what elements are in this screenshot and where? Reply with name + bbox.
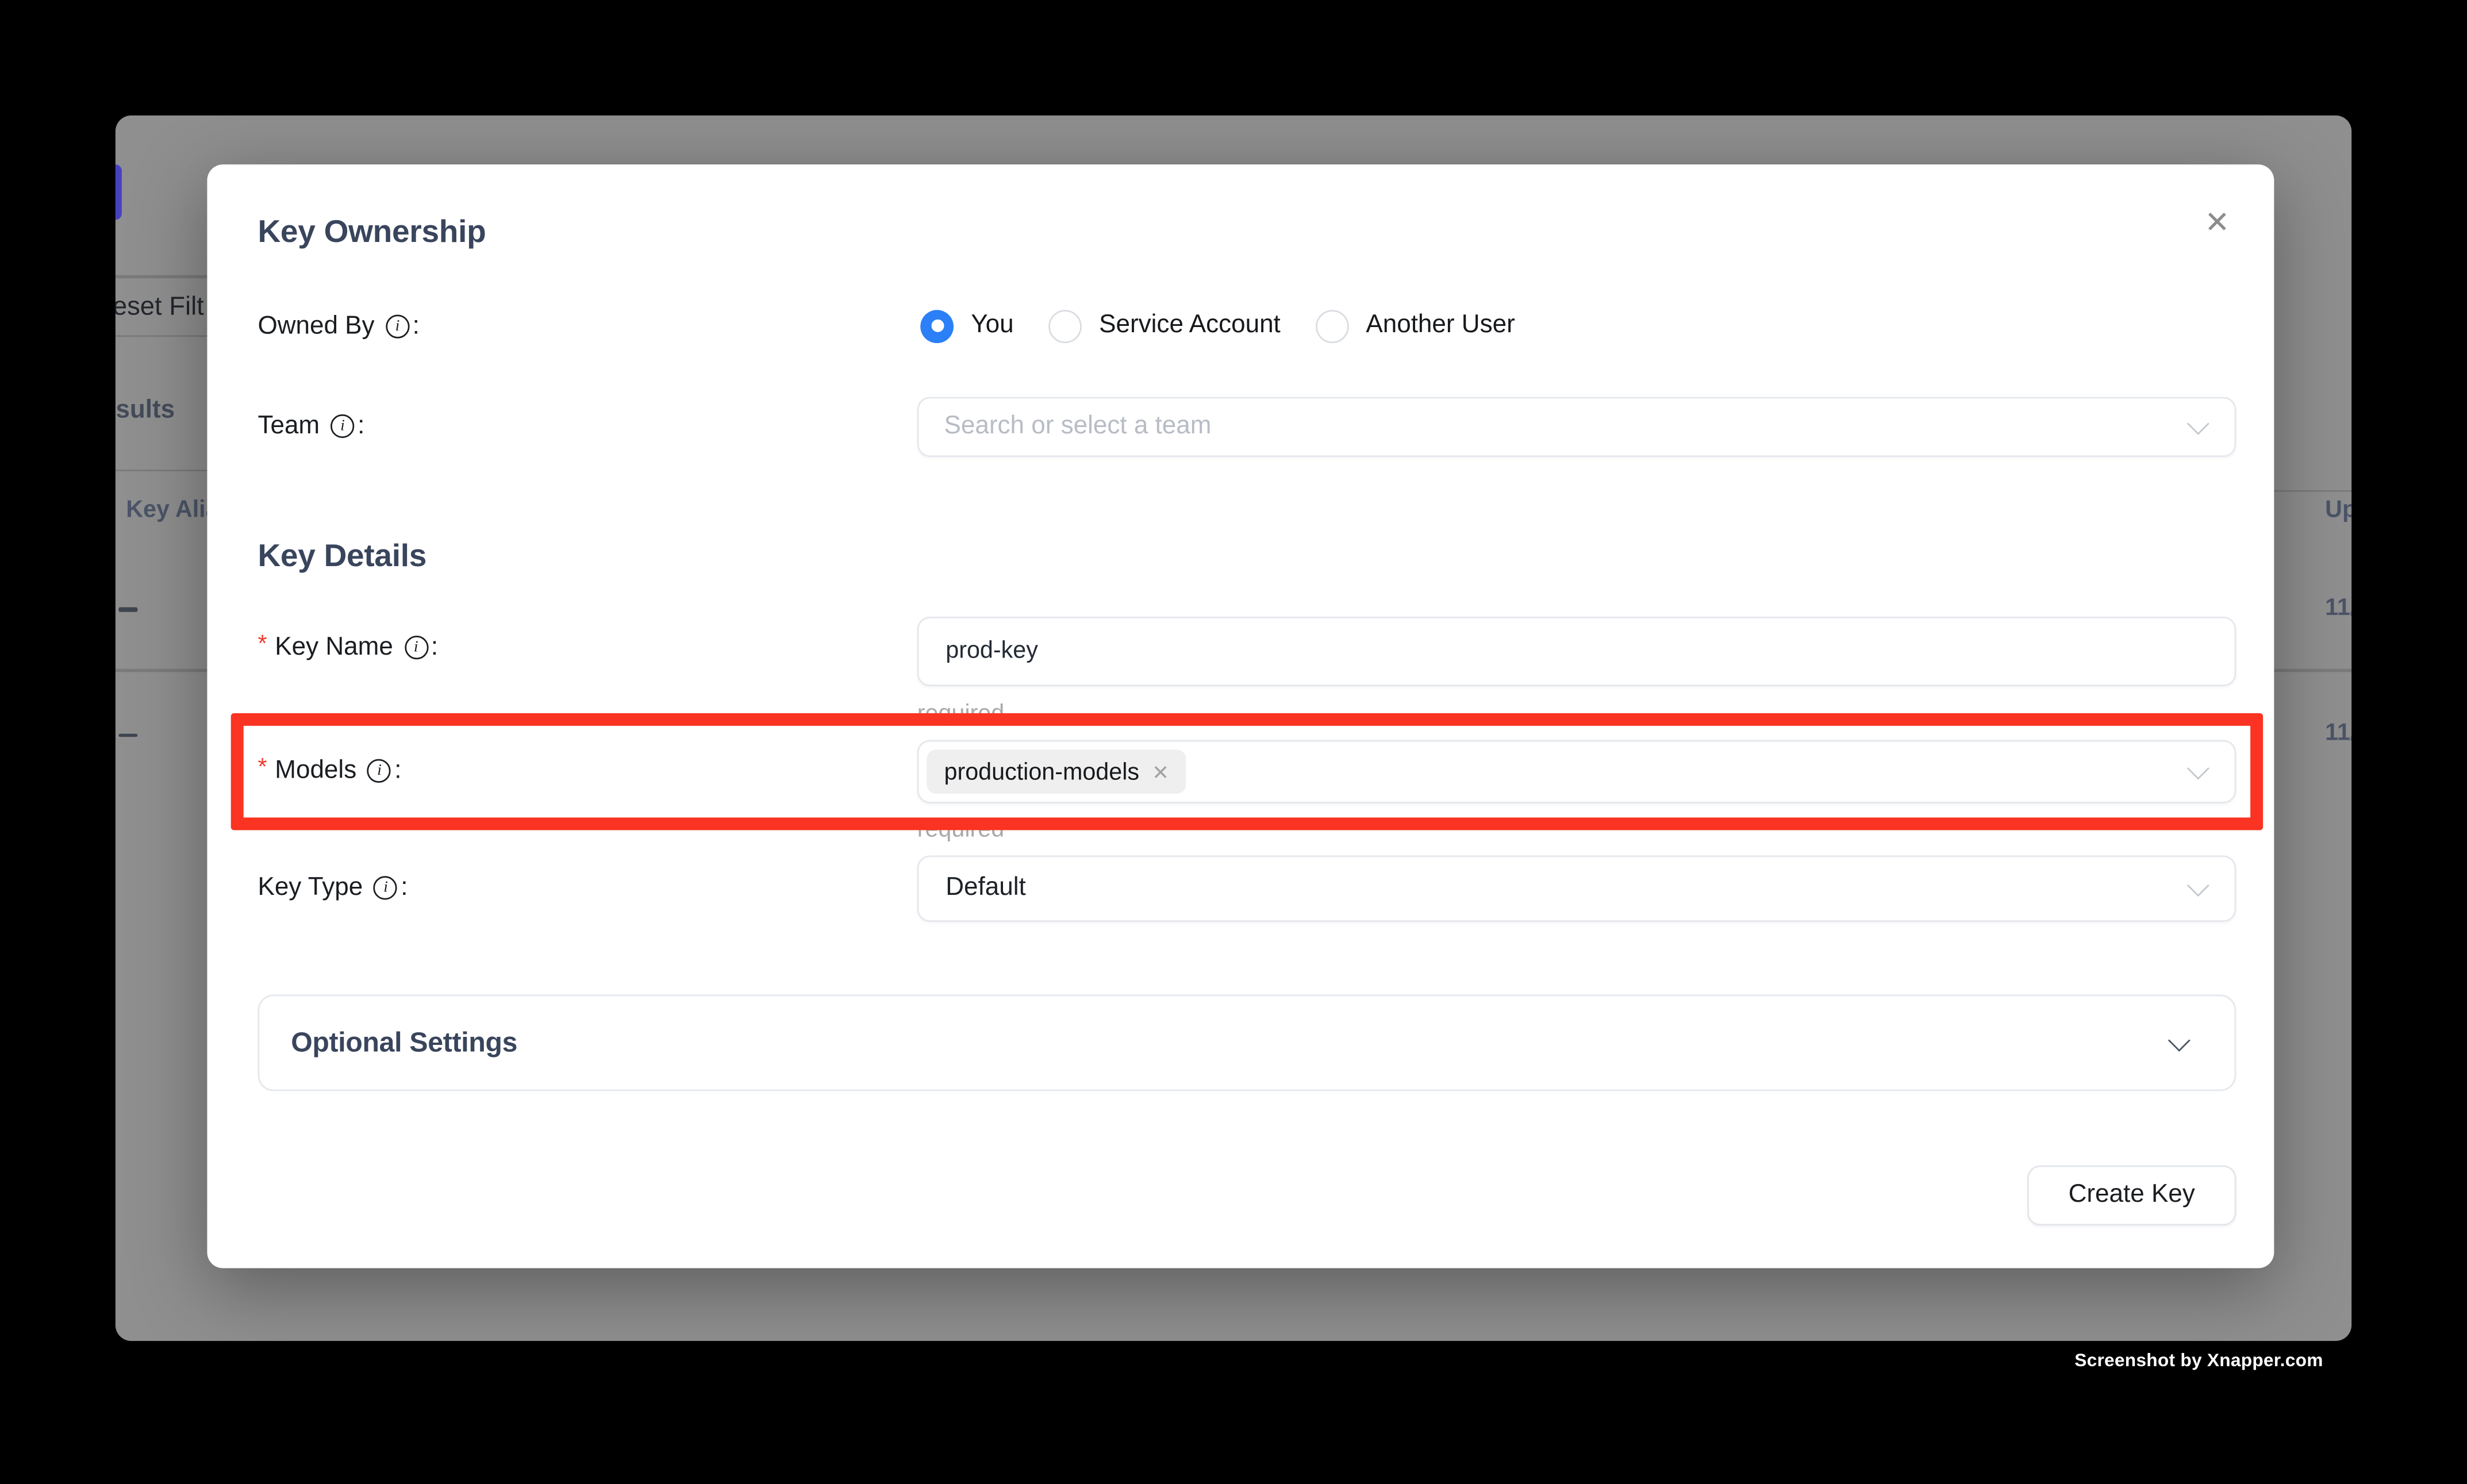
team-select[interactable]: Search or select a team: [917, 397, 2237, 457]
owned-by-radio-group: You Service Account Another User: [920, 309, 1515, 343]
owned-by-label-text: Owned By: [258, 311, 374, 343]
radio-label: You: [971, 312, 1013, 340]
divider: [115, 276, 208, 278]
team-label-text: Team: [258, 411, 320, 443]
key-name-label-text: Key Name: [275, 632, 393, 663]
radio-owned-by-service-account[interactable]: Service Account: [1048, 309, 1281, 343]
key-name-required-hint: required: [917, 701, 1004, 728]
label-colon: :: [358, 411, 364, 443]
radio-label: Another User: [1366, 312, 1515, 340]
divider: [115, 470, 208, 471]
label-colon: :: [413, 311, 420, 343]
key-alias-column-header-partial: Key Alia: [126, 496, 208, 523]
chevron-down-icon: [2187, 874, 2209, 897]
key-type-label-text: Key Type: [258, 872, 363, 904]
info-icon[interactable]: i: [331, 415, 354, 439]
label-colon: :: [431, 632, 438, 663]
watermark: Screenshot by Xnapper.com: [2074, 1352, 2323, 1371]
key-type-value: Default: [946, 874, 1025, 903]
required-asterisk: *: [258, 752, 267, 783]
chevron-down-icon: [2187, 413, 2209, 435]
models-label-text: Models: [275, 755, 356, 787]
updated-column-header-partial: Up: [2325, 496, 2352, 523]
info-icon[interactable]: i: [367, 759, 391, 783]
radio-unselected-icon: [1315, 309, 1348, 343]
radio-unselected-icon: [1048, 309, 1082, 343]
chevron-down-icon: [2168, 1029, 2191, 1051]
models-select[interactable]: production-models ✕: [917, 740, 2237, 803]
label-colon: :: [394, 755, 401, 787]
modal-title: Key Ownership: [258, 216, 486, 252]
table-row-empty-cell: [118, 608, 137, 612]
info-icon[interactable]: i: [374, 876, 397, 899]
label-colon: :: [401, 872, 408, 904]
table-row-empty-cell: [118, 733, 137, 737]
models-required-hint: required: [917, 816, 1004, 843]
divider: [2274, 490, 2352, 491]
radio-owned-by-you[interactable]: You: [920, 309, 1013, 343]
table-row-date-partial: 11/: [2325, 720, 2352, 747]
reset-filters-button-partial: eset Filt: [115, 292, 207, 322]
table-row-date-partial: 11/: [2325, 594, 2352, 621]
create-key-modal: ✕ Key Ownership Owned By i : You Service…: [207, 164, 2274, 1267]
key-details-title: Key Details: [258, 540, 426, 576]
key-name-label: * Key Name i :: [258, 632, 438, 663]
divider: [2274, 670, 2352, 671]
screenshot-stage: eset Filt sults Key Alia Up 11/ 11/ ✕ Ke…: [0, 0, 2467, 1484]
key-type-label: Key Type i :: [258, 872, 408, 904]
chevron-down-icon: [2187, 758, 2209, 780]
optional-settings-label: Optional Settings: [291, 1027, 517, 1060]
results-count-partial: sults: [116, 397, 209, 426]
key-name-input[interactable]: [919, 618, 2234, 685]
key-type-select[interactable]: Default: [917, 855, 2237, 922]
info-icon[interactable]: i: [386, 315, 409, 339]
owned-by-label: Owned By i :: [258, 311, 419, 343]
team-label: Team i :: [258, 411, 364, 443]
required-asterisk: *: [258, 629, 267, 660]
model-tag-text: production-models: [944, 759, 1140, 786]
close-icon[interactable]: ✕: [2198, 205, 2236, 243]
divider: [115, 670, 208, 671]
divider: [115, 335, 208, 337]
create-key-button[interactable]: Create Key: [2027, 1166, 2236, 1226]
radio-owned-by-another-user[interactable]: Another User: [1315, 309, 1515, 343]
optional-settings-toggle[interactable]: Optional Settings: [258, 995, 2236, 1092]
team-select-placeholder: Search or select a team: [944, 413, 1212, 441]
create-key-button-partial: [115, 165, 122, 220]
radio-selected-icon: [920, 309, 954, 343]
info-icon[interactable]: i: [404, 636, 428, 659]
model-tag: production-models ✕: [927, 750, 1186, 794]
models-label: * Models i :: [258, 755, 401, 787]
radio-label: Service Account: [1099, 312, 1281, 340]
key-name-input-wrap: [917, 617, 2237, 686]
remove-tag-icon[interactable]: ✕: [1152, 762, 1169, 782]
